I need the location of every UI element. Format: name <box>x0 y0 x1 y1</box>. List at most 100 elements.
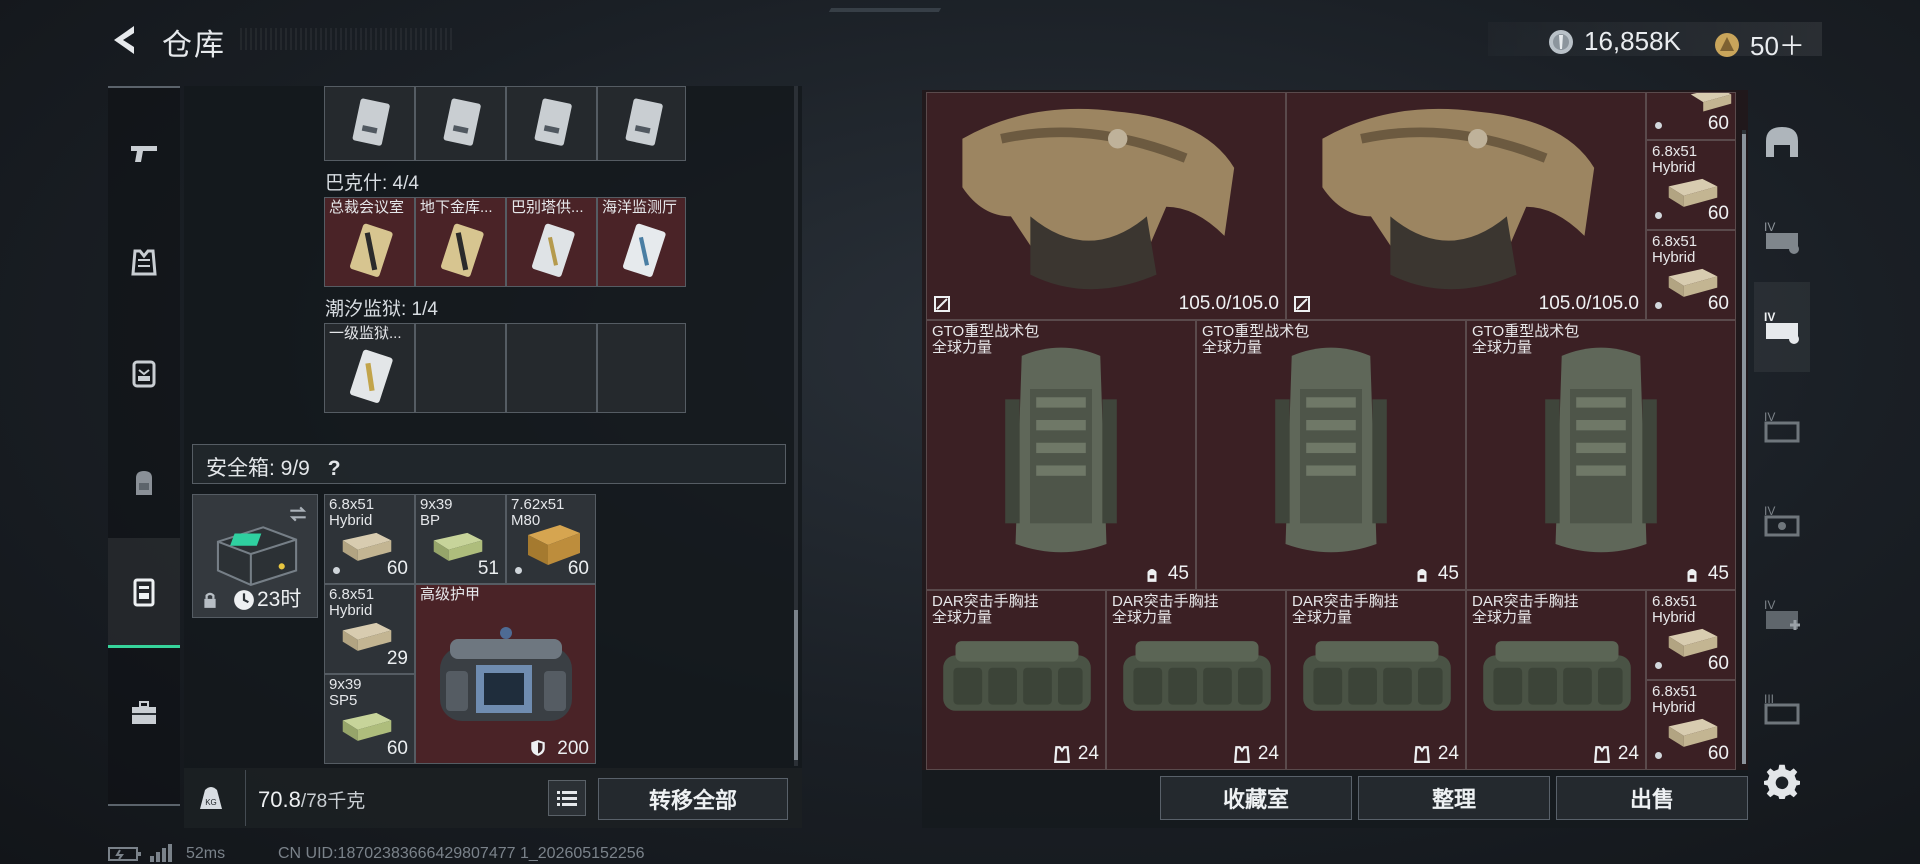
armor-item[interactable]: 高级护甲 200 <box>415 584 596 764</box>
backpack-capacity: 45 <box>1437 563 1459 584</box>
safe-box-timer: 23时 <box>257 588 302 611</box>
storage-scroll-thumb[interactable] <box>1742 134 1746 764</box>
bullet-dot <box>1655 122 1662 129</box>
chest-rig-item[interactable]: DAR突击手胸挂 全球力量 24 <box>1466 590 1646 770</box>
transfer-all-button[interactable]: 转移全部 <box>598 778 788 820</box>
capacity-icon <box>1147 568 1157 582</box>
collection-room-button[interactable]: 收藏室 <box>1160 776 1352 820</box>
back-button[interactable] <box>104 18 148 62</box>
empty-keycard-slot[interactable] <box>415 323 506 413</box>
clock-icon <box>234 590 254 610</box>
nav-safebox[interactable] <box>108 538 180 648</box>
armor-durability: 105.0/105.0 <box>1178 293 1279 314</box>
nav-toolbox[interactable] <box>108 658 180 768</box>
tier-iv-icon: IV <box>1764 310 1799 344</box>
bullet-dot <box>515 567 522 574</box>
keycard-slot[interactable] <box>415 86 506 161</box>
keycard-slot[interactable]: 地下金库... <box>415 197 506 287</box>
left-scroll-thumb[interactable] <box>794 610 798 760</box>
ping-readout: 52ms <box>186 845 226 862</box>
keycard-icon <box>352 98 390 146</box>
svg-text:IV: IV <box>1764 598 1775 612</box>
keycard-slot[interactable]: 一级监狱... <box>324 323 415 413</box>
ammo-box-icon <box>1690 93 1732 112</box>
ammo-item[interactable]: 60 <box>1646 92 1736 140</box>
chest-rig-item[interactable]: DAR突击手胸挂 全球力量 24 <box>1106 590 1286 770</box>
armor-bag-icon <box>440 627 572 721</box>
storage-page-iv-2[interactable]: IV <box>1754 282 1810 372</box>
storage-page-iv-1[interactable]: IV <box>1754 192 1810 282</box>
silver-keycard-icon <box>623 223 666 277</box>
ammo-item[interactable]: 6.8x51 Hybrid 60 <box>324 494 415 584</box>
nav-backpack[interactable] <box>108 428 180 538</box>
chest-rig-capacity: 24 <box>1437 743 1459 764</box>
safe-box-container[interactable]: 23时 <box>192 494 318 618</box>
item-count: 60 <box>1707 203 1729 224</box>
body-armor-item[interactable]: 105.0/105.0 <box>926 92 1286 320</box>
gold-keycard-icon <box>441 223 484 277</box>
storage-page-dome[interactable] <box>1754 98 1810 188</box>
chest-rig-icon <box>1483 641 1631 711</box>
item-count: 60 <box>386 738 408 759</box>
chest-rig-item[interactable]: DAR突击手胸挂 全球力量 24 <box>1286 590 1466 770</box>
nav-weapons[interactable] <box>108 98 180 208</box>
shield-icon <box>531 740 545 756</box>
ammo-label: 6.8x51 Hybrid <box>329 586 375 619</box>
storage-page-iv-3[interactable]: IV <box>1754 382 1810 472</box>
backpack-item[interactable]: GTO重型战术包 全球力量 45 <box>926 320 1196 590</box>
footer-divider <box>245 770 246 826</box>
help-icon[interactable]: ? <box>328 457 341 480</box>
nav-armor[interactable] <box>108 208 180 318</box>
item-count: 60 <box>386 558 408 579</box>
keycard-slot[interactable]: 海洋监测厅 <box>597 197 686 287</box>
keycard-name: 一级监狱... <box>329 325 402 342</box>
ammo-item[interactable]: 7.62x51 M80 60 <box>506 494 596 584</box>
ammo-item[interactable]: 6.8x51 Hybrid 60 <box>1646 590 1736 680</box>
body-armor-item[interactable]: 105.0/105.0 <box>1286 92 1646 320</box>
top-decoration <box>828 8 942 12</box>
chest-rig-label: DAR突击手胸挂 全球力量 <box>1112 593 1219 626</box>
keycard-slot[interactable] <box>324 86 415 161</box>
empty-keycard-slot[interactable] <box>506 323 597 413</box>
body-armor-icon <box>962 108 1235 290</box>
list-icon <box>557 791 577 806</box>
organize-button[interactable]: 整理 <box>1358 776 1550 820</box>
storage-page-iv-4[interactable]: IV <box>1754 476 1810 566</box>
ammo-item[interactable]: 6.8x51 Hybrid 60 <box>1646 680 1736 770</box>
empty-keycard-slot[interactable] <box>597 323 686 413</box>
armor-icon <box>131 249 157 276</box>
ammo-item[interactable]: 6.8x51 Hybrid 29 <box>324 584 415 674</box>
settings-button[interactable] <box>1754 736 1810 826</box>
ammo-item[interactable]: 6.8x51 Hybrid 60 <box>1646 140 1736 230</box>
gold-currency[interactable]: 50＋ <box>1714 26 1805 63</box>
swap-icon[interactable] <box>287 503 309 525</box>
armor-label: 高级护甲 <box>420 586 481 603</box>
battery-icon <box>108 847 141 861</box>
bullet-dot <box>1655 752 1662 759</box>
chest-rig-item[interactable]: DAR突击手胸挂 全球力量 24 <box>926 590 1106 770</box>
backpack-item[interactable]: GTO重型战术包 全球力量 45 <box>1196 320 1466 590</box>
backpack-item[interactable]: GTO重型战术包 全球力量 45 <box>1466 320 1736 590</box>
chest-rig-label: DAR突击手胸挂 全球力量 <box>1472 593 1579 626</box>
keycard-slot[interactable] <box>597 86 686 161</box>
tactical-backpack-icon <box>1545 347 1657 553</box>
item-count: 51 <box>477 558 499 579</box>
keycard-group-label: 潮汐监狱: 1/4 <box>325 299 438 320</box>
ammo-item[interactable]: 9x39 SP5 60 <box>324 674 415 764</box>
nav-rig[interactable] <box>108 318 180 428</box>
bullet-dot <box>1655 212 1662 219</box>
ammo-item[interactable]: 9x39 BP 51 <box>415 494 506 584</box>
list-view-button[interactable] <box>548 780 586 816</box>
silver-currency[interactable]: 16,858K <box>1548 26 1681 57</box>
ammo-item[interactable]: 6.8x51 Hybrid 60 <box>1646 230 1736 320</box>
keycard-slot[interactable]: 巴别塔供... <box>506 197 597 287</box>
storage-page-nav: IV IV IV IV IV III <box>1754 92 1810 828</box>
sell-button[interactable]: 出售 <box>1556 776 1748 820</box>
silver-keycard-icon <box>532 223 575 277</box>
keycard-slot[interactable] <box>506 86 597 161</box>
keycard-slot[interactable]: 总裁会议室 <box>324 197 415 287</box>
ammo-label: 9x39 SP5 <box>329 676 362 709</box>
keycard-name: 巴别塔供... <box>511 199 584 216</box>
chest-rig-label: DAR突击手胸挂 全球力量 <box>1292 593 1399 626</box>
storage-page-iv-5[interactable]: IV <box>1754 570 1810 660</box>
